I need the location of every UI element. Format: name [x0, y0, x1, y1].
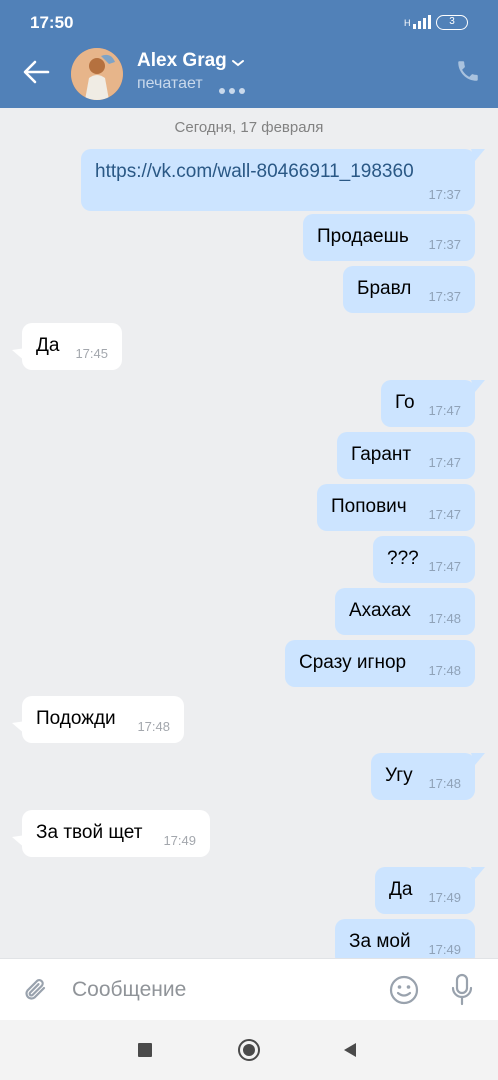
- microphone-icon[interactable]: [450, 973, 474, 1007]
- back-arrow-icon[interactable]: [22, 58, 50, 86]
- message-text: Сразу игнор: [299, 652, 407, 673]
- bubble-tail: [471, 753, 485, 765]
- message-link[interactable]: https://vk.com/wall-80466911_198360: [95, 161, 414, 183]
- message-time: 17:48: [428, 611, 461, 626]
- message-time: 17:47: [428, 455, 461, 470]
- message-incoming[interactable]: Подожди 17:48: [12, 696, 184, 743]
- message-outgoing[interactable]: Попович 17:47: [317, 484, 475, 531]
- message-text: Бравл: [357, 278, 412, 299]
- message-outgoing[interactable]: Гарант 17:47: [337, 432, 475, 479]
- message-time: 17:47: [428, 559, 461, 574]
- message-time: 17:49: [428, 942, 461, 957]
- system-nav-bar: [0, 1020, 498, 1080]
- message-time: 17:48: [428, 776, 461, 791]
- emoji-icon[interactable]: [389, 975, 419, 1005]
- phone-icon[interactable]: [455, 58, 481, 84]
- bubble-tail: [12, 721, 26, 735]
- date-separator: Сегодня, 17 февраля: [174, 119, 324, 136]
- message-text: Попович: [331, 496, 407, 517]
- message-outgoing[interactable]: ??? 17:47: [373, 536, 475, 583]
- avatar-image: [71, 48, 123, 100]
- message-input[interactable]: [72, 973, 372, 1007]
- message-incoming[interactable]: Да 17:45: [12, 323, 122, 370]
- message-text: Го: [395, 392, 415, 413]
- message-time: 17:45: [75, 346, 108, 361]
- nav-back-icon[interactable]: [342, 1042, 358, 1058]
- message-time: 17:49: [428, 890, 461, 905]
- message-text: Гарант: [351, 444, 412, 465]
- message-text: Да: [36, 335, 60, 356]
- chevron-down-icon[interactable]: [231, 58, 245, 68]
- status-time: 17:50: [30, 13, 74, 32]
- message-outgoing[interactable]: Сразу игнор 17:48: [285, 640, 475, 687]
- home-button[interactable]: [238, 1039, 260, 1061]
- message-list[interactable]: Сегодня, 17 февраля https://vk.com/wall-…: [0, 108, 498, 958]
- typing-dots-icon: [219, 81, 249, 99]
- message-outgoing[interactable]: Го 17:47: [381, 380, 485, 427]
- message-time: 17:37: [428, 289, 461, 304]
- bubble-tail: [471, 867, 485, 879]
- message-text: Угу: [385, 765, 413, 786]
- message-text: Ахахах: [349, 600, 411, 621]
- message-time: 17:48: [137, 719, 170, 734]
- contact-name[interactable]: Alex Grag: [137, 50, 227, 72]
- bubble-tail: [12, 348, 26, 362]
- message-text: Да: [389, 879, 413, 900]
- message-text: За твой щет: [36, 822, 143, 843]
- message-outgoing[interactable]: https://vk.com/wall-80466911_198360 17:3…: [81, 149, 485, 211]
- recents-button[interactable]: [138, 1043, 152, 1057]
- message-time: 17:37: [428, 187, 461, 202]
- svg-text:H: H: [404, 18, 411, 28]
- message-time: 17:47: [428, 403, 461, 418]
- message-outgoing[interactable]: Угу 17:48: [371, 753, 485, 800]
- message-text: Продаешь: [317, 226, 409, 247]
- message-text: ???: [387, 548, 419, 569]
- message-outgoing[interactable]: За мой 17:49: [335, 919, 475, 958]
- battery-icon: 3: [436, 15, 468, 30]
- message-time: 17:37: [428, 237, 461, 252]
- message-outgoing[interactable]: Бравл 17:37: [343, 266, 475, 313]
- signal-icon: H: [404, 15, 431, 29]
- bubble-tail: [471, 380, 485, 392]
- message-composer: [0, 958, 498, 1020]
- message-time: 17:49: [163, 833, 196, 848]
- chat-header: 17:50 H 3 Alex Grag печатает: [0, 0, 498, 108]
- bubble-tail: [12, 835, 26, 849]
- message-time: 17:48: [428, 663, 461, 678]
- message-time: 17:47: [428, 507, 461, 522]
- message-outgoing[interactable]: Ахахах 17:48: [335, 588, 475, 635]
- status-bar: 17:50 H 3: [0, 0, 498, 44]
- message-outgoing[interactable]: Продаешь 17:37: [303, 214, 475, 261]
- message-outgoing[interactable]: Да 17:49: [375, 867, 485, 914]
- message-incoming[interactable]: За твой щет 17:49: [12, 810, 210, 857]
- typing-status: печатает: [137, 75, 203, 92]
- bubble-tail: [471, 149, 485, 161]
- message-text: Подожди: [36, 708, 116, 729]
- avatar[interactable]: [71, 48, 123, 100]
- message-text: За мой: [349, 931, 411, 952]
- paperclip-icon[interactable]: [22, 975, 50, 1005]
